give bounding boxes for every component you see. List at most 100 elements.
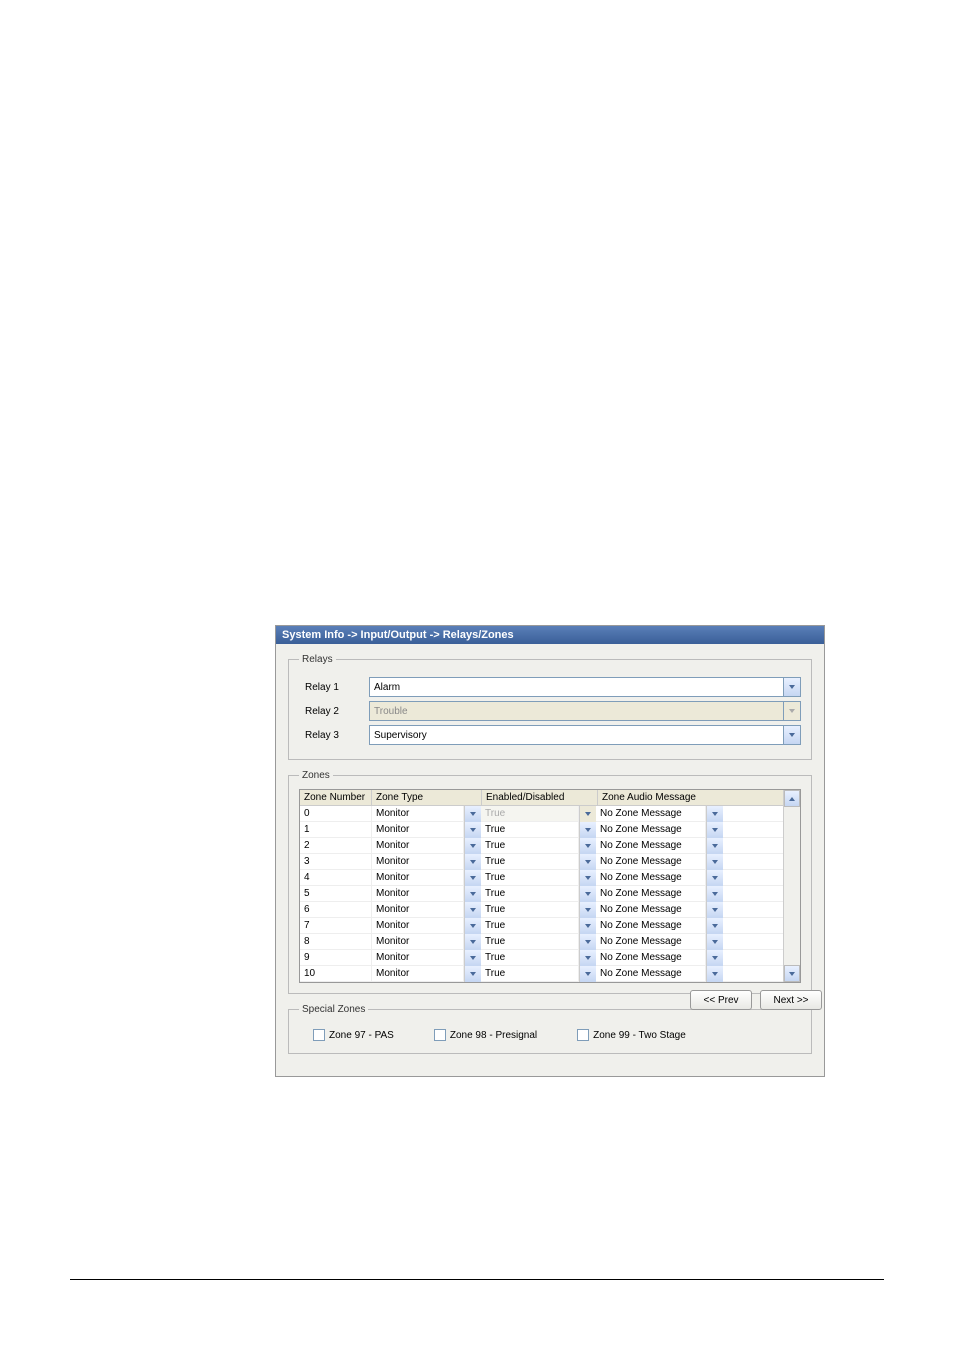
chevron-down-icon	[470, 844, 476, 848]
zone-type-dropdown[interactable]	[464, 854, 481, 870]
chevron-down-icon	[712, 956, 718, 960]
zone-number-cell: 1	[300, 822, 372, 837]
zone-type-dropdown[interactable]	[464, 950, 481, 966]
column-header[interactable]: Zone Audio Message	[598, 790, 726, 805]
table-row[interactable]: 4MonitorTrueNo Zone Message	[300, 870, 783, 886]
table-row[interactable]: 5MonitorTrueNo Zone Message	[300, 886, 783, 902]
zone-audio-dropdown[interactable]	[706, 870, 723, 886]
zone-audio-cell: No Zone Message	[596, 918, 706, 933]
chevron-down-icon	[712, 892, 718, 896]
zone-number-cell: 6	[300, 902, 372, 917]
zone-enabled-dropdown[interactable]	[579, 886, 596, 902]
zone-enabled-dropdown[interactable]	[579, 934, 596, 950]
prev-button[interactable]: << Prev	[690, 990, 752, 1010]
table-row[interactable]: 3MonitorTrueNo Zone Message	[300, 854, 783, 870]
grid-rows: 0MonitorTrueNo Zone Message1MonitorTrueN…	[300, 806, 783, 982]
chevron-down-icon	[789, 733, 795, 737]
zone-type-dropdown[interactable]	[464, 822, 481, 838]
table-row[interactable]: 6MonitorTrueNo Zone Message	[300, 902, 783, 918]
zone-audio-cell: No Zone Message	[596, 822, 706, 837]
zone-enabled-dropdown[interactable]	[579, 854, 596, 870]
zone-enabled-dropdown[interactable]	[579, 870, 596, 886]
vertical-scrollbar[interactable]	[783, 790, 800, 982]
next-button[interactable]: Next >>	[760, 990, 822, 1010]
dropdown-button	[784, 701, 801, 721]
zone-type-dropdown[interactable]	[464, 806, 481, 822]
zone-audio-dropdown[interactable]	[706, 822, 723, 838]
zone-audio-dropdown[interactable]	[706, 886, 723, 902]
zone-audio-cell: No Zone Message	[596, 806, 706, 821]
table-row[interactable]: 7MonitorTrueNo Zone Message	[300, 918, 783, 934]
dropdown-button[interactable]	[784, 677, 801, 697]
zone-type-dropdown[interactable]	[464, 966, 481, 982]
chevron-down-icon	[585, 924, 591, 928]
special-zones-legend: Special Zones	[299, 1004, 368, 1015]
scroll-track[interactable]	[784, 807, 800, 965]
chevron-down-icon	[585, 828, 591, 832]
zone-audio-dropdown[interactable]	[706, 806, 723, 822]
zone-type-dropdown[interactable]	[464, 918, 481, 934]
zone-type-dropdown[interactable]	[464, 838, 481, 854]
zone-enabled-dropdown[interactable]	[579, 902, 596, 918]
zone-type-dropdown[interactable]	[464, 886, 481, 902]
zone-audio-cell: No Zone Message	[596, 870, 706, 885]
chevron-down-icon	[585, 860, 591, 864]
table-row[interactable]: 2MonitorTrueNo Zone Message	[300, 838, 783, 854]
zone-type-cell: Monitor	[372, 854, 464, 869]
zone-type-cell: Monitor	[372, 870, 464, 885]
chevron-down-icon	[712, 972, 718, 976]
zones-fieldset: Zones Zone Number Zone Type Enabled/Disa…	[288, 770, 812, 994]
chevron-up-icon	[789, 797, 795, 801]
zone-type-dropdown[interactable]	[464, 870, 481, 886]
scroll-up-button[interactable]	[784, 790, 800, 807]
relay-label: Relay 1	[299, 682, 369, 693]
zone-enabled-dropdown[interactable]	[579, 838, 596, 854]
zone-enabled-dropdown[interactable]	[579, 950, 596, 966]
zone-audio-dropdown[interactable]	[706, 966, 723, 982]
relay-label: Relay 3	[299, 730, 369, 741]
zone-audio-dropdown[interactable]	[706, 902, 723, 918]
checkbox-label: Zone 97 - PAS	[329, 1030, 394, 1041]
zone-audio-dropdown[interactable]	[706, 950, 723, 966]
zone-type-dropdown[interactable]	[464, 902, 481, 918]
grid-main: Zone Number Zone Type Enabled/Disabled Z…	[300, 790, 783, 982]
column-header[interactable]: Zone Type	[372, 790, 482, 805]
chevron-down-icon	[470, 876, 476, 880]
zone-audio-dropdown[interactable]	[706, 854, 723, 870]
zone-98-checkbox[interactable]: Zone 98 - Presignal	[434, 1029, 537, 1041]
zone-97-checkbox[interactable]: Zone 97 - PAS	[313, 1029, 394, 1041]
chevron-down-icon	[712, 876, 718, 880]
zone-enabled-dropdown[interactable]	[579, 918, 596, 934]
table-row[interactable]: 9MonitorTrueNo Zone Message	[300, 950, 783, 966]
zone-99-checkbox[interactable]: Zone 99 - Two Stage	[577, 1029, 686, 1041]
chevron-down-icon	[470, 812, 476, 816]
relay-1-select[interactable]: Alarm	[369, 677, 801, 697]
relay-3-select[interactable]: Supervisory	[369, 725, 801, 745]
zone-type-dropdown[interactable]	[464, 934, 481, 950]
checkbox-label: Zone 99 - Two Stage	[593, 1030, 686, 1041]
zone-audio-cell: No Zone Message	[596, 950, 706, 965]
checkbox-icon	[434, 1029, 446, 1041]
table-row[interactable]: 0MonitorTrueNo Zone Message	[300, 806, 783, 822]
zone-enabled-dropdown[interactable]	[579, 822, 596, 838]
zone-audio-dropdown[interactable]	[706, 918, 723, 934]
footer-rule	[70, 1279, 884, 1280]
chevron-down-icon	[712, 860, 718, 864]
chevron-down-icon	[470, 892, 476, 896]
zone-audio-dropdown[interactable]	[706, 838, 723, 854]
relays-fieldset: Relays Relay 1 Alarm Relay 2 Trouble Rel…	[288, 654, 812, 760]
dropdown-button[interactable]	[784, 725, 801, 745]
zone-audio-cell: No Zone Message	[596, 854, 706, 869]
scroll-down-button[interactable]	[784, 965, 800, 982]
zone-type-cell: Monitor	[372, 918, 464, 933]
table-row[interactable]: 1MonitorTrueNo Zone Message	[300, 822, 783, 838]
zone-type-cell: Monitor	[372, 822, 464, 837]
table-row[interactable]: 10MonitorTrueNo Zone Message	[300, 966, 783, 982]
table-row[interactable]: 8MonitorTrueNo Zone Message	[300, 934, 783, 950]
checkbox-icon	[577, 1029, 589, 1041]
zone-enabled-dropdown[interactable]	[579, 966, 596, 982]
column-header[interactable]: Zone Number	[300, 790, 372, 805]
column-header[interactable]: Enabled/Disabled	[482, 790, 598, 805]
chevron-down-icon	[585, 908, 591, 912]
zone-audio-dropdown[interactable]	[706, 934, 723, 950]
